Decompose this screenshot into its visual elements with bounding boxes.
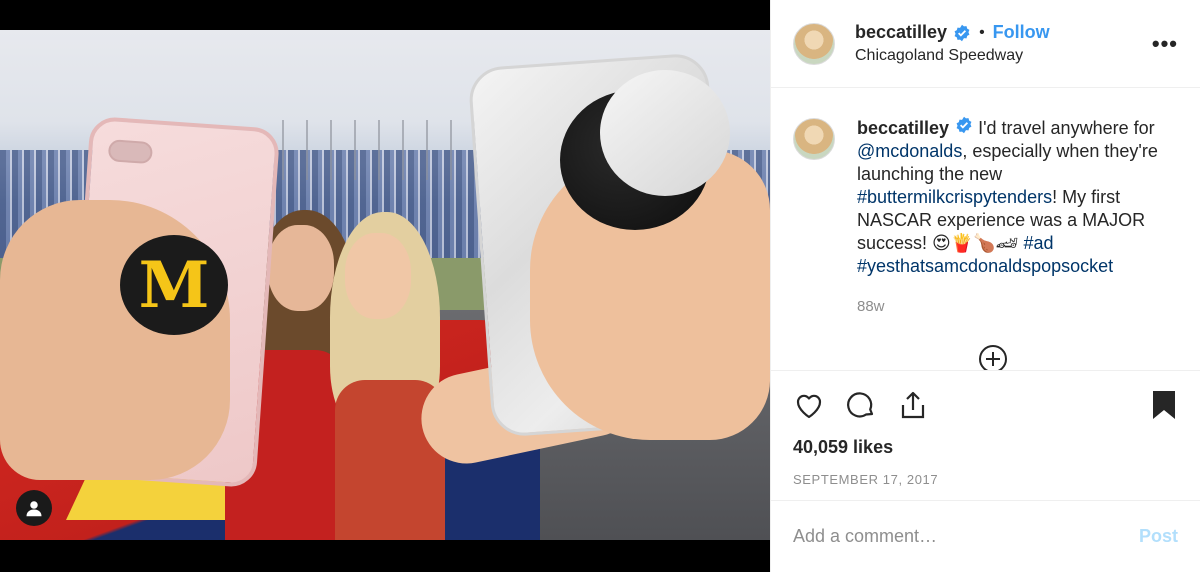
photo-person-1-face bbox=[268, 225, 334, 311]
load-more-comments-icon[interactable] bbox=[978, 344, 1008, 370]
caption-username-link[interactable]: beccatilley bbox=[857, 118, 949, 138]
comments-section: beccatilley I'd travel anywhere for @mcd… bbox=[771, 88, 1200, 370]
post-media[interactable]: M bbox=[0, 0, 770, 572]
mention-link[interactable]: @mcdonalds bbox=[857, 141, 962, 161]
post-caption: beccatilley I'd travel anywhere for @mcd… bbox=[793, 116, 1178, 278]
username-link[interactable]: beccatilley bbox=[855, 22, 947, 43]
action-icons bbox=[793, 389, 1178, 421]
bookmark-saved-icon[interactable] bbox=[1150, 389, 1178, 421]
caption-timestamp[interactable]: 88w bbox=[857, 298, 1178, 315]
verified-badge-icon bbox=[953, 24, 971, 42]
comment-input[interactable] bbox=[793, 526, 1139, 547]
header-separator: • bbox=[979, 23, 985, 41]
popsocket-logo-text: M bbox=[138, 247, 210, 323]
photo-light-poles bbox=[260, 120, 500, 180]
follow-button[interactable]: Follow bbox=[993, 22, 1050, 43]
location-link[interactable]: Chicagoland Speedway bbox=[855, 47, 1152, 65]
photo-marble-popsocket bbox=[600, 70, 730, 196]
post-actions: 40,059 likes SEPTEMBER 17, 2017 bbox=[771, 370, 1200, 500]
like-heart-icon[interactable] bbox=[793, 389, 825, 421]
caption-text: beccatilley I'd travel anywhere for @mcd… bbox=[857, 116, 1178, 278]
avatar[interactable] bbox=[793, 22, 835, 65]
comment-form: Post bbox=[771, 500, 1200, 572]
caption-verified-badge-icon bbox=[955, 116, 973, 134]
caption-text-1: I'd travel anywhere for bbox=[978, 118, 1155, 138]
post-date: SEPTEMBER 17, 2017 bbox=[793, 472, 939, 487]
hashtag-link[interactable]: #buttermilkcrispytenders bbox=[857, 187, 1052, 207]
share-icon[interactable] bbox=[897, 389, 929, 421]
hashtag-link[interactable]: #ad bbox=[1023, 233, 1053, 253]
photo-phone-camera bbox=[107, 139, 154, 165]
post-header: beccatilley • Follow Chicagoland Speedwa… bbox=[771, 0, 1200, 88]
photo-mcdonalds-popsocket: M bbox=[120, 235, 228, 335]
user-icon bbox=[26, 501, 42, 517]
hashtag-link[interactable]: #yesthatsamcdonaldspopsocket bbox=[857, 256, 1113, 276]
post-photo[interactable]: M bbox=[0, 30, 770, 540]
post-modal: M beccatilley • Follow Chicagoland Speed… bbox=[0, 0, 1200, 572]
header-info: beccatilley • Follow Chicagoland Speedwa… bbox=[855, 22, 1152, 65]
photo-person-2-face bbox=[345, 233, 411, 319]
comment-bubble-icon[interactable] bbox=[845, 389, 877, 421]
tagged-users-button[interactable] bbox=[16, 490, 52, 526]
post-comment-button[interactable]: Post bbox=[1139, 526, 1178, 547]
more-options-icon[interactable]: ••• bbox=[1152, 31, 1178, 57]
likes-count[interactable]: 40,059 likes bbox=[793, 437, 1178, 458]
caption-avatar[interactable] bbox=[793, 118, 835, 160]
post-side-panel: beccatilley • Follow Chicagoland Speedwa… bbox=[770, 0, 1200, 572]
